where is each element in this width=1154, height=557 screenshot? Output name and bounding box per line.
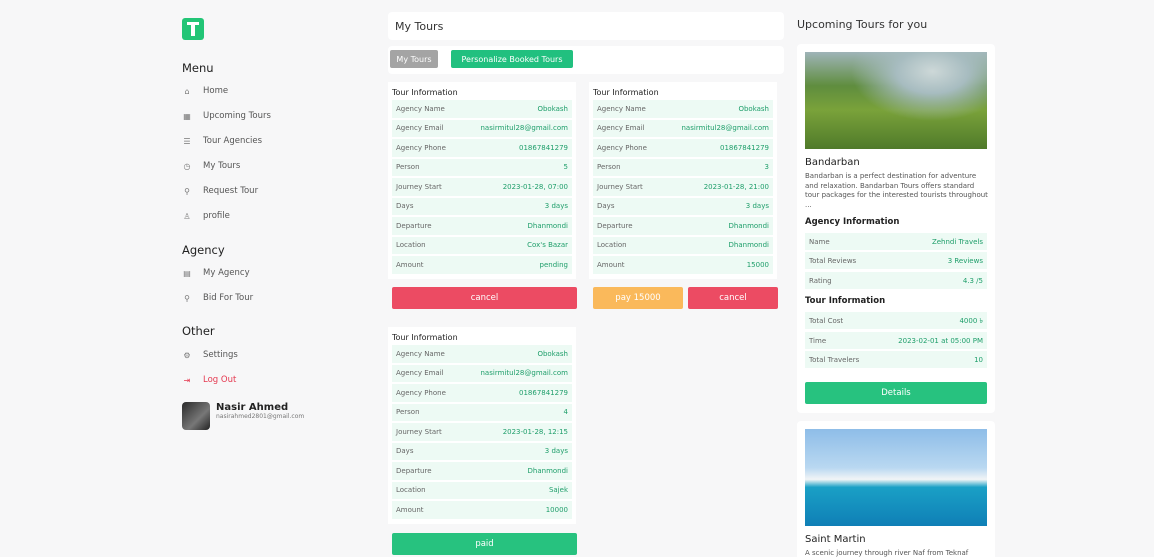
sidebar-item-bid-for-tour[interactable]: ⚲ Bid For Tour	[182, 290, 253, 306]
table-row: Time 2023-02-01 at 05:00 PM	[805, 332, 987, 349]
table-row: Agency Email nasirmitul28@gmail.com	[392, 119, 572, 137]
table-row: Person 3	[593, 158, 773, 176]
table-row: Agency Phone 01867841279	[593, 139, 773, 157]
page-title: My Tours	[395, 20, 444, 33]
tour-info-heading: Tour Information	[805, 296, 886, 306]
table-row: Agency Email nasirmitul28@gmail.com	[593, 119, 773, 137]
table-row: Rating 4.3 /5	[805, 272, 987, 289]
user-email: nasirahmed2801@gmail.com	[216, 413, 305, 420]
other-section-title: Other	[182, 324, 215, 338]
table-row: Days 3 days	[593, 197, 773, 215]
table-row: Journey Start 2023-01-28, 21:00	[593, 178, 773, 196]
table-row: Person 5	[392, 158, 572, 176]
table-row: Departure Dhanmondi	[593, 217, 773, 235]
tour-card-2: Tour Information Agency Name Obokash Agen…	[589, 82, 777, 279]
route-icon: ⚲	[184, 186, 190, 196]
sidebar-item-logout[interactable]: ⇥ Log Out	[182, 372, 237, 388]
menu-section-title: Menu	[182, 61, 214, 75]
tour-description: A scenic journey through river Naf from …	[805, 549, 969, 557]
table-row: Agency Name Obokash	[392, 100, 572, 118]
tour-photo	[805, 52, 987, 149]
sidebar-item-tour-agencies[interactable]: ☰ Tour Agencies	[182, 133, 262, 149]
table-row: Total Cost 4000 ৳	[805, 312, 987, 329]
tour-card-1: Tour Information Agency Name Obokash Agen…	[388, 82, 576, 279]
paid-button[interactable]: paid	[392, 533, 577, 555]
table-row: Location Cox's Bazar	[392, 236, 572, 254]
home-icon: ⌂	[184, 86, 190, 96]
table-row: Person 4	[392, 403, 572, 421]
table-row: Agency Phone 01867841279	[392, 139, 572, 157]
table-row: Agency Phone 01867841279	[392, 384, 572, 402]
tab-my-tours[interactable]: My Tours	[390, 50, 438, 68]
sidebar-item-profile[interactable]: ♙ profile	[182, 208, 229, 224]
table-row: Agency Name Obokash	[593, 100, 773, 118]
sidebar-item-home[interactable]: ⌂ Home	[182, 83, 228, 99]
table-row: Amount 15000	[593, 256, 773, 274]
page-header: My Tours	[388, 12, 784, 40]
table-row: Departure Dhanmondi	[392, 217, 572, 235]
user-profile[interactable]: Nasir Ahmed nasirahmed2801@gmail.com	[182, 402, 304, 430]
sidebar-item-my-tours[interactable]: ◷ My Tours	[182, 158, 241, 174]
tab-bar: My Tours Personalize Booked Tours	[388, 46, 784, 74]
table-row: Amount 10000	[392, 501, 572, 519]
upcoming-title: Upcoming Tours for you	[797, 18, 928, 31]
tour-name: Bandarban	[805, 157, 860, 168]
table-row: Days 3 days	[392, 197, 572, 215]
table-row: Amount pending	[392, 256, 572, 274]
sidebar-item-request-tour[interactable]: ⚲ Request Tour	[182, 183, 258, 199]
calendar-icon: ▦	[183, 111, 191, 121]
user-icon: ♙	[183, 211, 191, 221]
upcoming-tour-card-bandarban: Bandarban Bandarban is a perfect destina…	[797, 44, 995, 413]
card-title: Tour Information	[392, 88, 458, 97]
sidebar-item-upcoming-tours[interactable]: ▦ Upcoming Tours	[182, 108, 271, 124]
app-logo[interactable]	[182, 18, 204, 40]
tour-photo	[805, 429, 987, 526]
upcoming-tour-card-saint-martin: Saint Martin A scenic journey through ri…	[797, 421, 995, 557]
tour-card-3: Tour Information Agency Name Obokash Agen…	[388, 327, 576, 524]
sidebar-item-my-agency[interactable]: ▤ My Agency	[182, 265, 249, 281]
avatar	[182, 402, 210, 430]
table-row: Location Dhanmondi	[593, 236, 773, 254]
user-name: Nasir Ahmed	[216, 402, 289, 413]
gear-icon: ⚙	[183, 350, 191, 360]
agency-info-heading: Agency Information	[805, 217, 900, 227]
tab-personalize-booked-tours[interactable]: Personalize Booked Tours	[451, 50, 573, 68]
route-icon: ⚲	[184, 293, 190, 303]
card-title: Tour Information	[392, 333, 458, 342]
tour-name: Saint Martin	[805, 534, 866, 545]
building-icon: ▤	[183, 268, 191, 278]
sidebar: Menu ⌂ Home ▦ Upcoming Tours ☰ Tour Agencie…	[168, 0, 368, 557]
sidebar-item-settings[interactable]: ⚙ Settings	[182, 347, 237, 363]
table-row: Location Sajek	[392, 481, 572, 499]
table-row: Departure Dhanmondi	[392, 462, 572, 480]
table-row: Agency Name Obokash	[392, 345, 572, 363]
table-row: Days 3 days	[392, 442, 572, 460]
table-row: Name Zehndi Travels	[805, 233, 987, 250]
card-title: Tour Information	[593, 88, 659, 97]
list-icon: ☰	[183, 136, 191, 146]
table-row: Journey Start 2023-01-28, 12:15	[392, 423, 572, 441]
table-row: Agency Email nasirmitul28@gmail.com	[392, 364, 572, 382]
agency-section-title: Agency	[182, 243, 225, 257]
pay-button[interactable]: pay 15000	[593, 287, 683, 309]
logout-icon: ⇥	[183, 375, 191, 385]
cancel-button[interactable]: cancel	[392, 287, 577, 309]
cancel-button[interactable]: cancel	[688, 287, 778, 309]
table-row: Total Reviews 3 Reviews	[805, 252, 987, 269]
clock-icon: ◷	[183, 161, 191, 171]
details-button[interactable]: Details	[805, 382, 987, 404]
tour-description: Bandarban is a perfect destination for a…	[805, 172, 988, 209]
table-row: Total Travelers 10	[805, 351, 987, 368]
table-row: Journey Start 2023-01-28, 07:00	[392, 178, 572, 196]
